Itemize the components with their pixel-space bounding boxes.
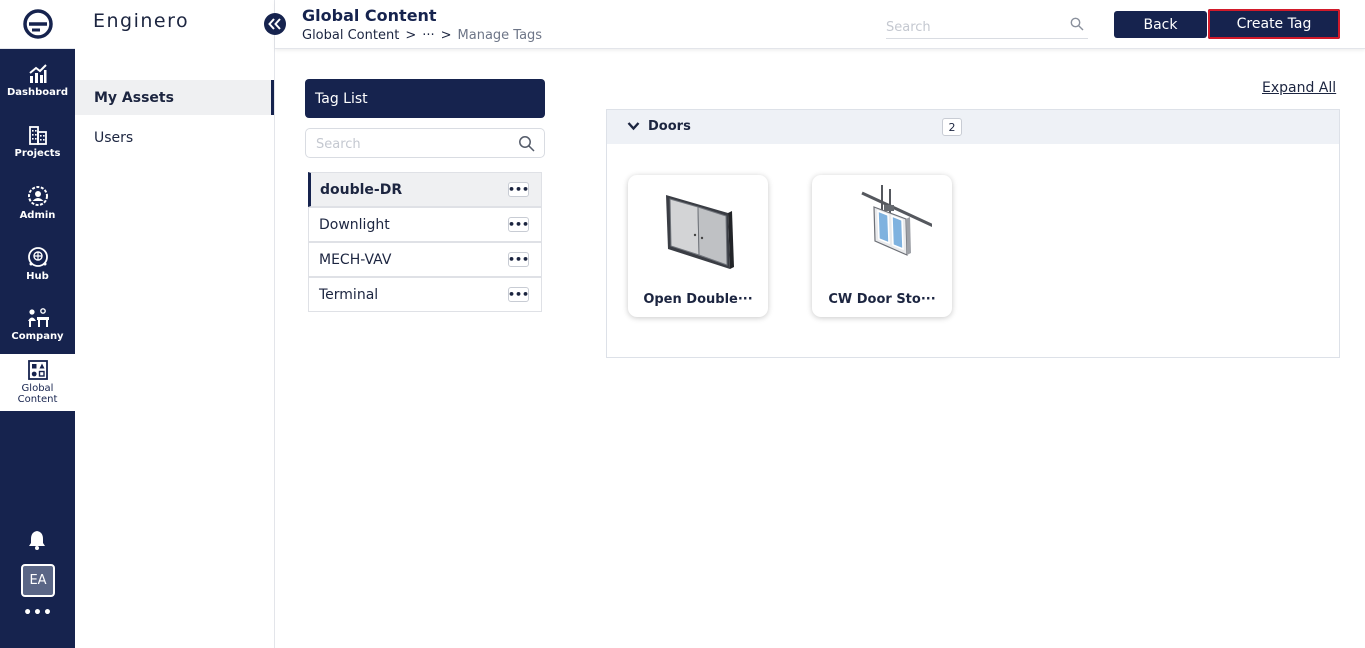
app-root: Dashboard Projects Admin Hub Company Glo…: [0, 0, 1365, 648]
brand-name: Enginero: [93, 10, 190, 32]
tag-menu-button[interactable]: •••: [508, 287, 529, 302]
user-avatar[interactable]: EA: [21, 564, 55, 597]
rail-label: Company: [11, 330, 64, 342]
tag-search: [305, 128, 545, 158]
expand-all-link[interactable]: Expand All: [1262, 80, 1336, 96]
header-search: [886, 13, 1088, 39]
group-header-doors[interactable]: Doors 2: [606, 109, 1340, 145]
search-icon[interactable]: [518, 135, 535, 152]
double-door-thumbnail: [666, 195, 734, 269]
shapes-grid-icon: [27, 360, 48, 380]
tag-menu-button[interactable]: •••: [508, 217, 529, 232]
breadcrumb-ellipsis[interactable]: ···: [422, 28, 434, 43]
asset-card[interactable]: CW Door Sto···: [812, 175, 952, 317]
sidebar-collapse-button[interactable]: [264, 13, 286, 35]
tag-row-terminal[interactable]: Terminal •••: [308, 277, 542, 312]
notifications-button[interactable]: [26, 528, 48, 552]
back-button[interactable]: Back: [1114, 11, 1207, 38]
rail-item-dashboard[interactable]: Dashboard: [0, 52, 75, 109]
tag-search-input[interactable]: [316, 135, 506, 153]
rail-label: Dashboard: [7, 86, 68, 98]
tag-list-header: Tag List: [305, 79, 545, 118]
breadcrumb-current: Manage Tags: [457, 28, 543, 43]
rail-label: Hub: [26, 270, 49, 282]
app-logo[interactable]: [0, 0, 75, 49]
top-header: Global Content Global Content > ··· > Ma…: [275, 0, 1365, 49]
secondary-sidebar: Enginero My Assets Users: [75, 0, 275, 648]
rail-label-line2: Content: [17, 394, 58, 405]
chart-up-icon: [28, 63, 47, 83]
tag-menu-button[interactable]: •••: [508, 252, 529, 267]
breadcrumb-root[interactable]: Global Content: [302, 28, 399, 43]
tag-menu-button[interactable]: •••: [508, 182, 529, 197]
rail-item-hub[interactable]: Hub: [0, 235, 75, 292]
main-nav-rail: Dashboard Projects Admin Hub Company Glo…: [0, 0, 75, 648]
globe-person-icon: [27, 246, 48, 267]
breadcrumb-separator: >: [405, 28, 417, 43]
double-chevron-left-icon: [268, 18, 281, 30]
rail-label-line1: Global: [21, 383, 54, 394]
enginero-logo-icon: [22, 9, 53, 39]
tag-row-downlight[interactable]: Downlight •••: [308, 207, 542, 242]
asset-card[interactable]: Open Double···: [628, 175, 768, 317]
tag-name: MECH-VAV: [319, 251, 392, 268]
tag-row-double-dr[interactable]: double-DR •••: [308, 172, 542, 207]
asset-name: Open Double···: [643, 292, 753, 307]
asset-name: CW Door Sto···: [828, 292, 936, 307]
tag-name: double-DR: [320, 181, 403, 198]
breadcrumb: Global Content > ··· > Manage Tags: [302, 28, 542, 43]
sliding-door-thumbnail: [861, 185, 932, 256]
rail-item-admin[interactable]: Admin: [0, 174, 75, 231]
bell-icon: [29, 531, 45, 550]
rail-label: Projects: [14, 147, 61, 159]
people-desk-icon: [27, 307, 49, 327]
more-menu-button[interactable]: •••: [22, 605, 54, 623]
sidebar-item-users[interactable]: Users: [75, 120, 274, 155]
header-search-input[interactable]: [886, 17, 1056, 37]
rail-item-company[interactable]: Company: [0, 296, 75, 353]
user-gear-icon: [27, 185, 48, 206]
sidebar-item-my-assets[interactable]: My Assets: [75, 80, 274, 115]
search-icon[interactable]: [1070, 17, 1084, 31]
breadcrumb-separator: >: [440, 28, 452, 43]
create-tag-button[interactable]: Create Tag: [1208, 9, 1340, 39]
building-icon: [28, 125, 47, 145]
rail-label: Global Content: [18, 383, 58, 405]
page-title: Global Content: [302, 6, 437, 25]
tag-name: Terminal: [319, 286, 379, 303]
rail-item-projects[interactable]: Projects: [0, 113, 75, 170]
group-name: Doors: [648, 119, 691, 134]
tag-name: Downlight: [319, 216, 390, 233]
rail-item-global-content[interactable]: Global Content: [0, 354, 75, 411]
group-count-badge: 2: [942, 118, 962, 136]
tag-row-mech-vav[interactable]: MECH-VAV •••: [308, 242, 542, 277]
rail-label: Admin: [19, 209, 56, 221]
chevron-down-icon: [627, 122, 640, 131]
